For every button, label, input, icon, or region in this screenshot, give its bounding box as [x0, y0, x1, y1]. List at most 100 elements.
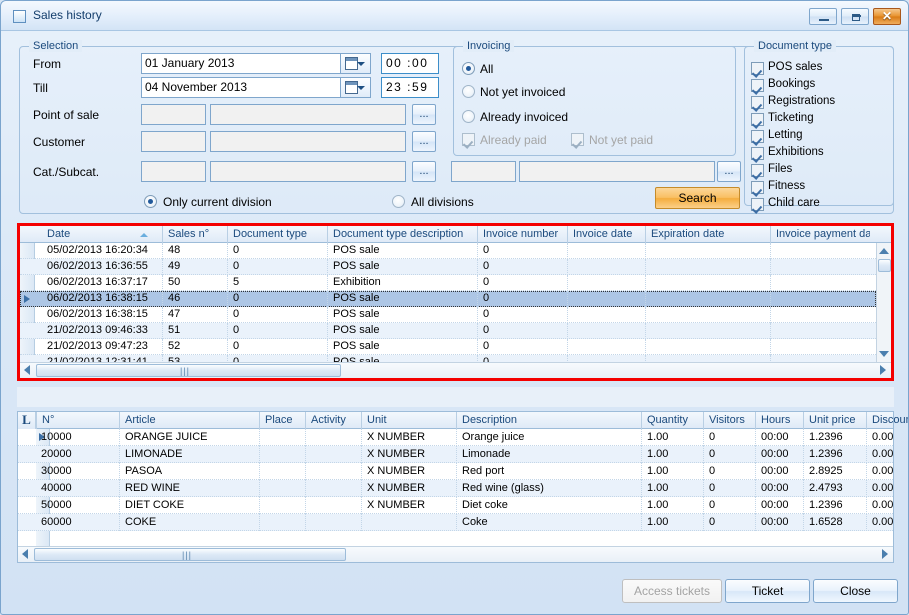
radio-invoicing-not-yet-invoiced[interactable] — [462, 85, 475, 98]
close-footer-button[interactable]: Close — [813, 579, 898, 603]
lines-col-header-6[interactable]: Quantity — [641, 412, 703, 429]
close-button[interactable]: ✕ — [873, 8, 901, 25]
till-label: Till — [33, 81, 48, 95]
lines-grid-header[interactable]: L N°ArticlePlaceActivityUnitDescriptionQ… — [18, 412, 893, 429]
maximize-icon — [852, 14, 860, 21]
sales-grid-body[interactable]: 05/02/2013 16:20:34480POS sale006/02/201… — [20, 243, 876, 362]
lines-grid-hscroll-thumb[interactable]: ||| — [34, 548, 346, 561]
sales-col-header-5[interactable]: Invoice date — [567, 226, 645, 243]
lines-col-header-7[interactable]: Visitors — [703, 412, 755, 429]
sales-grid-vscrollbar[interactable] — [876, 243, 891, 362]
lines-col-header-0[interactable]: N° — [36, 412, 119, 429]
table-row[interactable]: 30000PASOAX NUMBERRed port1.00000:002.89… — [18, 463, 893, 480]
sales-grid-scroll-left-button[interactable] — [20, 363, 35, 378]
table-row[interactable]: 06/02/2013 16:38:15460POS sale0 — [20, 291, 876, 307]
table-cell: 00:00 — [755, 446, 803, 463]
checkbox-doctype-1[interactable] — [751, 79, 764, 92]
table-cell: 46 — [162, 291, 227, 307]
sales-col-header-2[interactable]: Document type — [227, 226, 327, 243]
point-of-sale-browse-button[interactable]: ... — [412, 104, 436, 125]
customer-name-input[interactable] — [210, 131, 406, 152]
radio-invoicing-all[interactable] — [462, 62, 475, 75]
lines-grid-body[interactable]: 10000ORANGE JUICEX NUMBEROrange juice1.0… — [18, 429, 893, 546]
radio-all-divisions[interactable] — [392, 195, 405, 208]
sales-grid-scroll-right-button[interactable] — [876, 363, 891, 378]
lines-col-header-2[interactable]: Place — [259, 412, 305, 429]
sales-grid-hscrollbar[interactable]: ||| — [20, 362, 891, 378]
table-cell: 0 — [227, 307, 327, 323]
lines-grid-hscrollbar[interactable]: ||| — [18, 546, 893, 562]
table-cell: X NUMBER — [361, 446, 456, 463]
lines-col-header-3[interactable]: Activity — [305, 412, 361, 429]
table-row[interactable]: 50000DIET COKEX NUMBERDiet coke1.00000:0… — [18, 497, 893, 514]
cat-name-input[interactable] — [210, 161, 406, 182]
checkbox-doctype-4[interactable] — [751, 130, 764, 143]
lines-col-header-5[interactable]: Description — [456, 412, 641, 429]
table-row[interactable]: 20000LIMONADEX NUMBERLimonade1.00000:001… — [18, 446, 893, 463]
till-date-input[interactable]: 04 November 2013 — [141, 77, 341, 98]
customer-code-input[interactable] — [141, 131, 206, 152]
till-date-picker-button[interactable] — [341, 77, 371, 98]
checkbox-doctype-7[interactable] — [751, 181, 764, 194]
from-time-input[interactable]: 00 :00 — [381, 53, 439, 74]
sales-grid[interactable]: DateSales n°Document typeDocument type d… — [20, 226, 891, 378]
table-row[interactable]: 06/02/2013 16:38:15470POS sale0 — [20, 307, 876, 323]
maximize-button[interactable] — [841, 8, 869, 25]
extra-code-input[interactable] — [451, 161, 516, 182]
cat-browse-button[interactable]: ... — [412, 161, 436, 182]
radio-only-current-division[interactable] — [144, 195, 157, 208]
table-cell — [305, 514, 361, 531]
sales-col-header-3[interactable]: Document type description — [327, 226, 477, 243]
extra-name-input[interactable] — [519, 161, 715, 182]
ticket-button[interactable]: Ticket — [725, 579, 810, 603]
checkbox-doctype-5[interactable] — [751, 147, 764, 160]
table-cell: 00:00 — [755, 463, 803, 480]
table-row[interactable]: 40000RED WINEX NUMBERRed wine (glass)1.0… — [18, 480, 893, 497]
till-time-input[interactable]: 23 :59 — [381, 77, 439, 98]
sales-grid-hscroll-thumb[interactable]: ||| — [36, 364, 341, 377]
from-date-input[interactable]: 01 January 2013 — [141, 53, 341, 74]
table-row[interactable]: 60000COKECoke1.00000:001.65280.0000 — [18, 514, 893, 531]
chevron-down-icon — [357, 86, 365, 90]
table-row[interactable]: 21/02/2013 09:47:23520POS sale0 — [20, 339, 876, 355]
lines-grid-scroll-right-button[interactable] — [878, 547, 893, 562]
sales-col-header-6[interactable]: Expiration date — [645, 226, 770, 243]
lines-col-header-1[interactable]: Article — [119, 412, 259, 429]
sales-col-header-4[interactable]: Invoice number — [477, 226, 567, 243]
search-button[interactable]: Search — [655, 187, 740, 209]
point-of-sale-code-input[interactable] — [141, 104, 206, 125]
checkbox-doctype-2[interactable] — [751, 96, 764, 109]
point-of-sale-name-input[interactable] — [210, 104, 406, 125]
table-cell — [567, 307, 645, 323]
sales-grid-scroll-up-button[interactable] — [877, 243, 892, 258]
checkbox-doctype-3[interactable] — [751, 113, 764, 126]
lines-col-header-10[interactable]: Discount — [866, 412, 909, 429]
extra-browse-button[interactable]: ... — [717, 161, 741, 182]
from-date-picker-button[interactable] — [341, 53, 371, 74]
table-row[interactable]: 21/02/2013 12:31:41530POS sale0 — [20, 355, 876, 362]
close-icon: ✕ — [874, 9, 900, 24]
lines-col-header-8[interactable]: Hours — [755, 412, 803, 429]
table-row[interactable]: 06/02/2013 16:37:17505Exhibition0 — [20, 275, 876, 291]
sales-grid-scroll-down-button[interactable] — [877, 347, 892, 362]
checkbox-doctype-0[interactable] — [751, 62, 764, 75]
sales-col-header-1[interactable]: Sales n° — [162, 226, 227, 243]
cat-code-input[interactable] — [141, 161, 206, 182]
only-current-division-label: Only current division — [163, 195, 272, 209]
lines-grid[interactable]: L N°ArticlePlaceActivityUnitDescriptionQ… — [17, 411, 894, 563]
radio-invoicing-already-invoiced[interactable] — [462, 110, 475, 123]
lines-col-header-9[interactable]: Unit price — [803, 412, 866, 429]
customer-browse-button[interactable]: ... — [412, 131, 436, 152]
sales-grid-header[interactable]: DateSales n°Document typeDocument type d… — [20, 226, 891, 243]
table-row[interactable]: 06/02/2013 16:36:55490POS sale0 — [20, 259, 876, 275]
table-row[interactable]: 05/02/2013 16:20:34480POS sale0 — [20, 243, 876, 259]
sales-col-header-7[interactable]: Invoice payment dat — [770, 226, 870, 243]
checkbox-doctype-8[interactable] — [751, 198, 764, 211]
lines-col-header-4[interactable]: Unit — [361, 412, 456, 429]
lines-grid-scroll-left-button[interactable] — [18, 547, 33, 562]
table-row[interactable]: 21/02/2013 09:46:33510POS sale0 — [20, 323, 876, 339]
minimize-button[interactable] — [809, 8, 837, 25]
checkbox-doctype-6[interactable] — [751, 164, 764, 177]
table-row[interactable]: 10000ORANGE JUICEX NUMBEROrange juice1.0… — [18, 429, 893, 446]
sales-grid-vscroll-thumb[interactable] — [878, 259, 891, 272]
